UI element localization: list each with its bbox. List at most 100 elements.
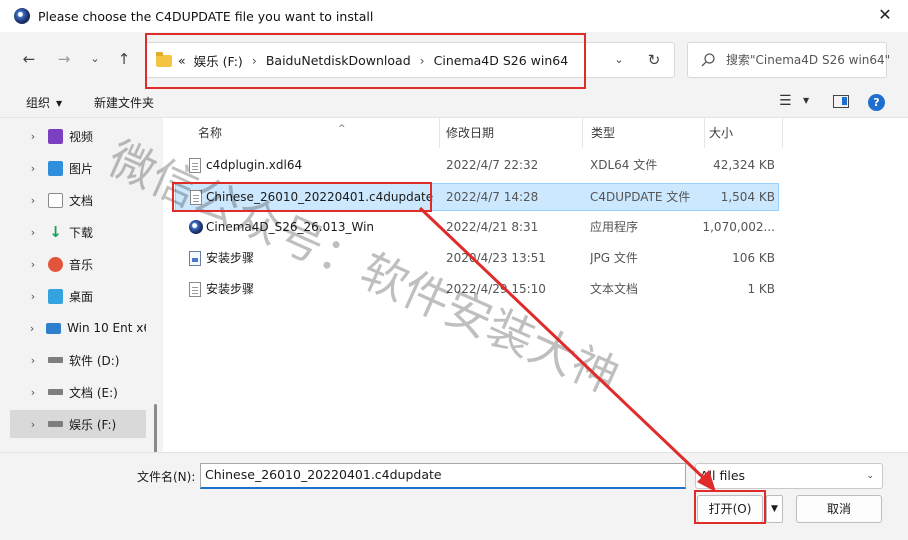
video-folder-icon: [48, 128, 63, 144]
file-open-dialog: Please choose the C4DUPDATE file you wan…: [0, 0, 908, 540]
breadcrumb-drive[interactable]: 娱乐 (F:): [194, 51, 243, 70]
sidebar-item-label: 图片: [69, 161, 94, 176]
breadcrumb-current[interactable]: Cinema4D S26 win64: [434, 53, 569, 68]
sidebar-item-drive-d[interactable]: › 软件 (D:): [10, 346, 146, 374]
file-icon: [190, 190, 202, 205]
sidebar-item-this-pc[interactable]: › Win 10 Ent x64: [10, 314, 146, 342]
file-type: XDL64 文件: [590, 158, 658, 172]
file-type-select[interactable]: All files ⌄: [695, 463, 883, 489]
expand-chevron-icon[interactable]: ›: [26, 386, 40, 399]
file-size: 1,504 KB: [720, 190, 775, 204]
column-header-label: 名称: [198, 126, 223, 140]
expand-chevron-icon[interactable]: ›: [26, 322, 38, 335]
organize-menu[interactable]: 组织 ▼: [26, 94, 62, 111]
file-size: 1 KB: [747, 282, 775, 296]
back-arrow-icon[interactable]: ←: [19, 49, 39, 69]
table-row[interactable]: 安装步骤 2020/4/23 13:51 JPG 文件 106 KB: [175, 245, 779, 273]
sidebar-item-downloads[interactable]: › ↓ 下载: [10, 218, 146, 246]
sidebar-item-label: 软件 (D:): [69, 353, 120, 368]
sidebar-item-documents[interactable]: › 文档: [10, 186, 146, 214]
sidebar-item-label: 桌面: [69, 289, 94, 304]
recent-locations-chevron-icon[interactable]: ⌄: [85, 49, 105, 69]
image-file-icon: [189, 251, 201, 266]
file-icon: [189, 158, 201, 173]
column-header-size[interactable]: 大小: [701, 118, 783, 148]
sort-ascending-icon: ^: [338, 124, 346, 134]
sidebar-item-label: 娱乐 (F:): [69, 417, 117, 432]
sidebar-item-label: 文档: [69, 193, 94, 208]
address-row: ← → ⌄ ↑ « 娱乐 (F:) › BaiduNetdiskDownload…: [0, 32, 908, 86]
new-folder-button[interactable]: 新建文件夹: [94, 94, 154, 111]
file-type: 应用程序: [590, 220, 639, 234]
pictures-folder-icon: [48, 160, 63, 176]
breadcrumb-overflow[interactable]: «: [178, 53, 186, 68]
expand-chevron-icon[interactable]: ›: [26, 194, 40, 207]
breadcrumb-folder[interactable]: BaiduNetdiskDownload: [266, 53, 411, 68]
expand-chevron-icon[interactable]: ›: [26, 162, 40, 175]
search-placeholder: 搜索"Cinema4D S26 win64": [726, 53, 891, 67]
sidebar-item-drive-f[interactable]: › 娱乐 (F:): [10, 410, 146, 438]
expand-chevron-icon[interactable]: ›: [26, 418, 40, 431]
desktop-icon: [48, 288, 63, 304]
music-icon: [48, 256, 63, 272]
sidebar-item-desktop[interactable]: › 桌面: [10, 282, 146, 310]
forward-arrow-icon[interactable]: →: [54, 49, 74, 69]
cinema4d-app-icon: [14, 8, 30, 24]
documents-folder-icon: [48, 192, 63, 208]
window-title: Please choose the C4DUPDATE file you wan…: [38, 8, 374, 24]
drive-icon: [48, 421, 63, 427]
expand-chevron-icon[interactable]: ›: [26, 290, 40, 303]
column-header-date[interactable]: 修改日期: [438, 118, 583, 148]
help-icon[interactable]: ?: [868, 94, 885, 111]
expand-chevron-icon[interactable]: ›: [26, 130, 40, 143]
sidebar-item-drive-e[interactable]: › 文档 (E:): [10, 378, 146, 406]
view-caret-down-icon[interactable]: ▼: [803, 96, 809, 105]
file-date: 2022/4/7 22:32: [446, 158, 539, 172]
table-row[interactable]: Chinese_26010_20220401.c4dupdate 2022/4/…: [175, 183, 779, 211]
dialog-footer: 文件名(N): Chinese_26010_20220401.c4dupdate…: [0, 452, 908, 540]
table-row[interactable]: c4dplugin.xdl64 2022/4/7 22:32 XDL64 文件 …: [175, 152, 779, 180]
sidebar-item-music[interactable]: › 音乐: [10, 250, 146, 278]
column-header-type[interactable]: 类型: [583, 118, 705, 148]
expand-chevron-icon[interactable]: ›: [26, 354, 40, 367]
sidebar-item-label: Win 10 Ent x64: [67, 321, 146, 335]
file-date: 2022/4/21 8:31: [446, 220, 539, 234]
column-header-name[interactable]: ^ 名称: [190, 118, 440, 148]
computer-icon: [46, 322, 62, 334]
file-date: 2020/4/23 13:51: [446, 251, 546, 265]
address-dropdown-icon[interactable]: ⌄: [612, 53, 626, 67]
close-icon[interactable]: ✕: [876, 6, 894, 24]
file-type: JPG 文件: [590, 251, 638, 265]
table-row[interactable]: Cinema4D_S26_26.013_Win 2022/4/21 8:31 应…: [175, 214, 779, 242]
sidebar-item-pictures[interactable]: › 图片: [10, 154, 146, 182]
command-toolbar: 组织 ▼ 新建文件夹 ☰ ▼ ?: [0, 86, 908, 118]
sidebar-item-videos[interactable]: › 视频: [10, 122, 146, 150]
sidebar-item-label: 文档 (E:): [69, 385, 118, 400]
table-row[interactable]: 安装步骤 2022/4/29 15:10 文本文档 1 KB: [175, 276, 779, 304]
cinema4d-app-icon: [189, 220, 203, 234]
open-button[interactable]: 打开(O): [697, 495, 763, 523]
file-type-value: All files: [700, 468, 746, 483]
file-size: 106 KB: [732, 251, 775, 265]
file-name: 安装步骤: [206, 282, 255, 296]
expand-chevron-icon[interactable]: ›: [26, 226, 40, 239]
breadcrumb-separator-icon: ›: [419, 52, 425, 68]
sidebar-item-label: 视频: [69, 129, 94, 144]
search-input[interactable]: 搜索"Cinema4D S26 win64": [687, 42, 891, 78]
breadcrumb: « 娱乐 (F:) › BaiduNetdiskDownload › Cinem…: [178, 43, 568, 77]
sidebar-scrollbar[interactable]: [154, 404, 157, 452]
file-size: 1,070,002...: [702, 220, 775, 234]
address-bar[interactable]: « 娱乐 (F:) › BaiduNetdiskDownload › Cinem…: [145, 42, 675, 78]
file-name: Chinese_26010_20220401.c4dupdate: [206, 190, 434, 204]
file-list: ^ 名称 修改日期 类型 大小 c4dplugin.xdl64 2022/4/7…: [163, 118, 908, 452]
preview-pane-icon[interactable]: [833, 95, 849, 108]
view-options-icon[interactable]: ☰: [779, 94, 793, 108]
organize-label: 组织: [26, 96, 51, 110]
refresh-icon[interactable]: ↻: [645, 51, 663, 69]
open-dropdown-arrow-icon[interactable]: ▼: [766, 495, 783, 523]
cancel-button[interactable]: 取消: [796, 495, 882, 523]
up-arrow-icon[interactable]: ↑: [114, 49, 134, 69]
expand-chevron-icon[interactable]: ›: [26, 258, 40, 271]
filename-field[interactable]: Chinese_26010_20220401.c4dupdate: [200, 463, 686, 489]
text-file-icon: [189, 282, 201, 297]
